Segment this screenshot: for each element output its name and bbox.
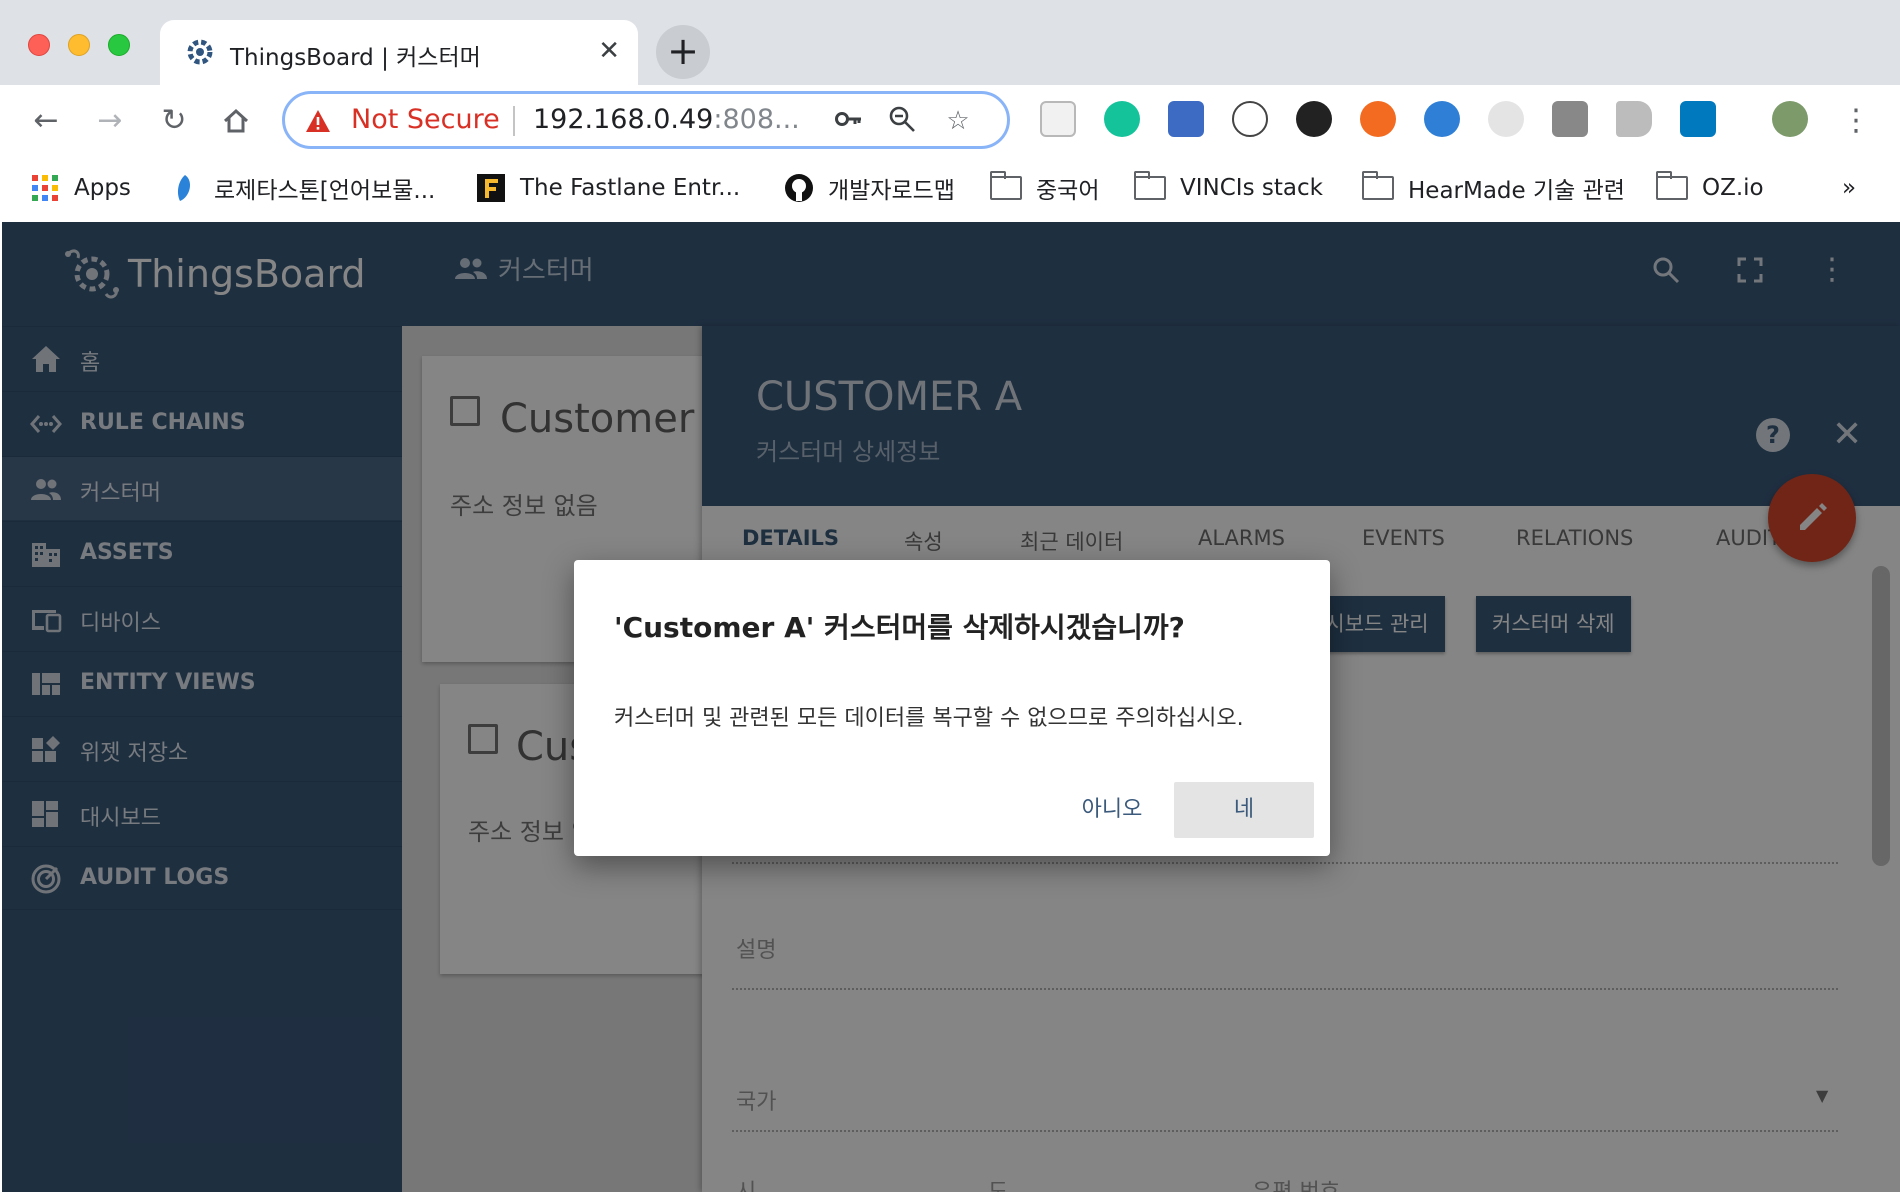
browser-tab-active[interactable]: ThingsBoard | 커스터머 ✕ bbox=[160, 20, 638, 86]
bookmark-label: 개발자로드맵 bbox=[828, 178, 955, 204]
confirm-button[interactable]: 네 bbox=[1174, 782, 1314, 838]
bookmark-folder-oz[interactable]: OZ.io bbox=[1655, 170, 1764, 206]
json-viewer-icon[interactable] bbox=[1232, 101, 1268, 137]
zoom-icon[interactable] bbox=[885, 104, 919, 138]
window-extension-icon[interactable] bbox=[1552, 101, 1588, 137]
folder-icon bbox=[989, 171, 1022, 200]
url-port: :808... bbox=[713, 104, 800, 135]
not-secure-label[interactable]: Not Secure bbox=[351, 104, 500, 135]
grammarly-icon[interactable] bbox=[1104, 101, 1140, 137]
lifebuoy-extension-icon[interactable] bbox=[1360, 101, 1396, 137]
close-window-button[interactable] bbox=[28, 34, 50, 56]
folder-icon bbox=[1361, 171, 1394, 200]
bookmark-label: The Fastlane Entr... bbox=[520, 175, 741, 201]
reload-icon[interactable]: ↻ bbox=[152, 99, 196, 143]
bookmark-star-icon[interactable]: ☆ bbox=[941, 104, 975, 138]
folder-icon bbox=[1133, 171, 1166, 200]
bookmark-label: HearMade 기술 관련 bbox=[1408, 178, 1625, 204]
bookmark-dev-roadmap[interactable]: 개발자로드맵 bbox=[784, 170, 955, 206]
bookmark-label: OZ.io bbox=[1702, 175, 1764, 201]
g-extension-icon[interactable] bbox=[1488, 101, 1524, 137]
address-bar[interactable]: Not Secure 192.168.0.49:808... ☆ bbox=[282, 91, 1010, 149]
bookmark-label: 로제타스톤[언어보물... bbox=[214, 178, 436, 204]
extension-reader-icon[interactable] bbox=[1040, 101, 1076, 137]
more-bookmarks-button[interactable]: » bbox=[1842, 170, 1856, 206]
home-icon[interactable] bbox=[214, 99, 258, 143]
browser-toolbar: ← → ↻ Not Secure 192.168.0.49:808... ☆ ⋮ bbox=[0, 85, 1900, 158]
cancel-button[interactable]: 아니오 bbox=[1042, 782, 1182, 838]
url-host: 192.168.0.49 bbox=[533, 104, 714, 135]
bookmarks-bar: Apps 로제타스톤[언어보물... The Fastlane Entr... … bbox=[0, 158, 1900, 222]
bookmark-rosetta[interactable]: 로제타스톤[언어보물... bbox=[170, 170, 435, 206]
zoom-window-button[interactable] bbox=[108, 34, 130, 56]
tab-title: ThingsBoard | 커스터머 bbox=[230, 45, 481, 71]
folder-icon bbox=[1655, 171, 1688, 200]
fastlane-icon bbox=[477, 174, 505, 202]
back-arrow-icon[interactable]: ← bbox=[24, 99, 68, 143]
dialog-message: 커스터머 및 관련된 모든 데이터를 복구할 수 없으므로 주의하십시오. bbox=[614, 706, 1244, 731]
bookmark-folder-chinese[interactable]: 중국어 bbox=[989, 170, 1100, 206]
thingsboard-favicon-icon bbox=[187, 39, 213, 65]
tab-strip: ThingsBoard | 커스터머 ✕ + bbox=[0, 0, 1900, 86]
apps-grid-icon bbox=[32, 175, 58, 201]
extension-bookmark-icon[interactable] bbox=[1168, 101, 1204, 137]
bookmark-label: 중국어 bbox=[1036, 178, 1100, 204]
address-separator bbox=[513, 106, 515, 136]
dialog-title: 'Customer A' 커스터머를 삭제하시겠습니까? bbox=[614, 611, 1185, 644]
forward-arrow-icon[interactable]: → bbox=[88, 99, 132, 143]
browser-chrome: ThingsBoard | 커스터머 ✕ + ← → ↻ Not Secure … bbox=[0, 0, 1900, 222]
address-url[interactable]: 192.168.0.49:808... bbox=[533, 104, 800, 135]
bookmark-label: Apps bbox=[74, 175, 131, 201]
timer-extension-icon[interactable] bbox=[1296, 101, 1332, 137]
bookmark-fastlane[interactable]: The Fastlane Entr... bbox=[476, 170, 740, 206]
globe-extension-icon[interactable] bbox=[1424, 101, 1460, 137]
bookmark-label: VINCIs stack bbox=[1180, 175, 1323, 201]
rosetta-icon bbox=[177, 175, 191, 201]
new-tab-button[interactable]: + bbox=[656, 25, 710, 79]
bookmark-folder-hearmade[interactable]: HearMade 기술 관련 bbox=[1361, 170, 1625, 206]
thingsboard-app: ThingsBoard 홈 RULE CHAINS 커스터머 ASSETS 디바… bbox=[2, 222, 1900, 1192]
github-icon bbox=[785, 174, 813, 202]
trello-icon[interactable] bbox=[1680, 101, 1716, 137]
tab-close-icon[interactable]: ✕ bbox=[598, 36, 620, 66]
key-icon[interactable] bbox=[831, 104, 865, 138]
profile-avatar[interactable] bbox=[1772, 101, 1808, 137]
tag-extension-icon[interactable] bbox=[1616, 101, 1652, 137]
browser-menu-icon[interactable]: ⋮ bbox=[1834, 99, 1878, 143]
warning-triangle-icon bbox=[306, 110, 330, 132]
minimize-window-button[interactable] bbox=[68, 34, 90, 56]
bookmark-apps[interactable]: Apps bbox=[30, 170, 131, 206]
delete-confirm-dialog: 'Customer A' 커스터머를 삭제하시겠습니까? 커스터머 및 관련된 … bbox=[574, 560, 1330, 856]
bookmark-folder-vincis[interactable]: VINCIs stack bbox=[1133, 170, 1323, 206]
